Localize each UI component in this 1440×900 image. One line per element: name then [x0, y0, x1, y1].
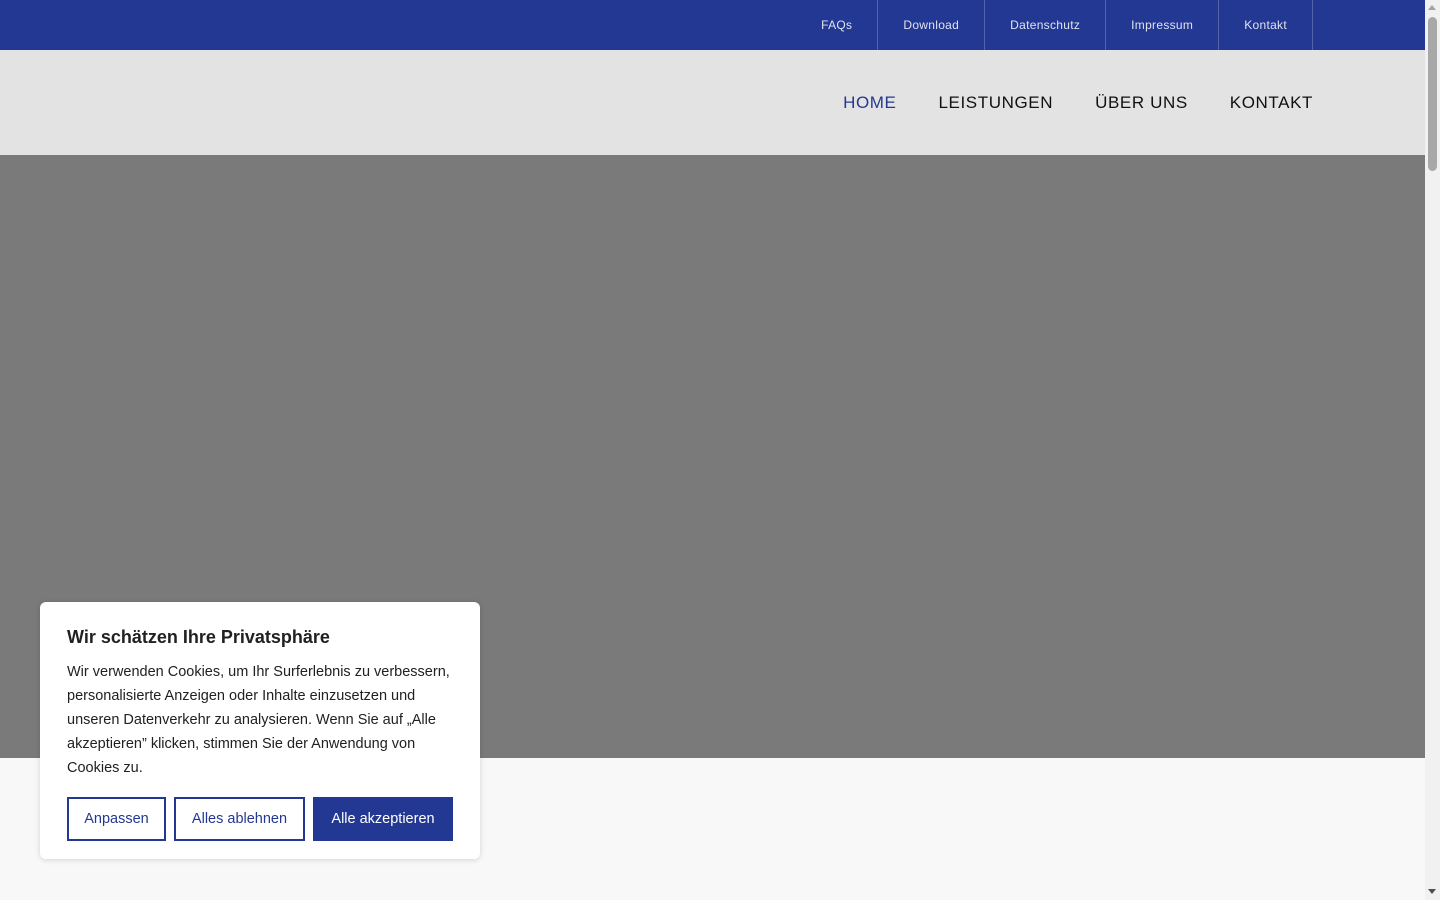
page: FAQs Download Datenschutz Impressum Kont… — [0, 0, 1425, 900]
top-link-impressum[interactable]: Impressum — [1106, 0, 1220, 50]
top-utility-bar: FAQs Download Datenschutz Impressum Kont… — [0, 0, 1425, 50]
nav-item-home[interactable]: HOME — [843, 93, 896, 113]
main-navigation: HOME LEISTUNGEN ÜBER UNS KONTAKT — [0, 50, 1425, 155]
scrollbar-thumb[interactable] — [1428, 17, 1437, 171]
reject-all-button[interactable]: Alles ablehnen — [174, 797, 305, 841]
scroll-up-arrow-icon[interactable] — [1428, 5, 1436, 10]
cookie-buttons: Anpassen Alles ablehnen Alle akzeptieren — [67, 797, 453, 841]
cookie-description: Wir verwenden Cookies, um Ihr Surferlebn… — [67, 664, 450, 776]
accept-all-button[interactable]: Alle akzeptieren — [313, 797, 453, 841]
page-scrollbar[interactable] — [1425, 0, 1440, 900]
top-link-datenschutz[interactable]: Datenschutz — [985, 0, 1107, 50]
cookie-consent-dialog: Wir schätzen Ihre Privatsphäre Wir verwe… — [40, 602, 480, 859]
top-link-kontakt[interactable]: Kontakt — [1219, 0, 1313, 50]
customize-button[interactable]: Anpassen — [67, 797, 166, 841]
nav-item-leistungen[interactable]: LEISTUNGEN — [938, 93, 1053, 113]
top-links: FAQs Download Datenschutz Impressum Kont… — [796, 0, 1313, 50]
main-nav-items: HOME LEISTUNGEN ÜBER UNS KONTAKT — [801, 50, 1313, 155]
top-link-download[interactable]: Download — [878, 0, 986, 50]
cookie-title: Wir schätzen Ihre Privatsphäre — [67, 627, 330, 647]
scroll-down-arrow-icon[interactable] — [1428, 889, 1436, 894]
top-link-faqs[interactable]: FAQs — [796, 0, 879, 50]
nav-item-kontakt[interactable]: KONTAKT — [1230, 93, 1313, 113]
nav-item-ueber-uns[interactable]: ÜBER UNS — [1095, 93, 1188, 113]
